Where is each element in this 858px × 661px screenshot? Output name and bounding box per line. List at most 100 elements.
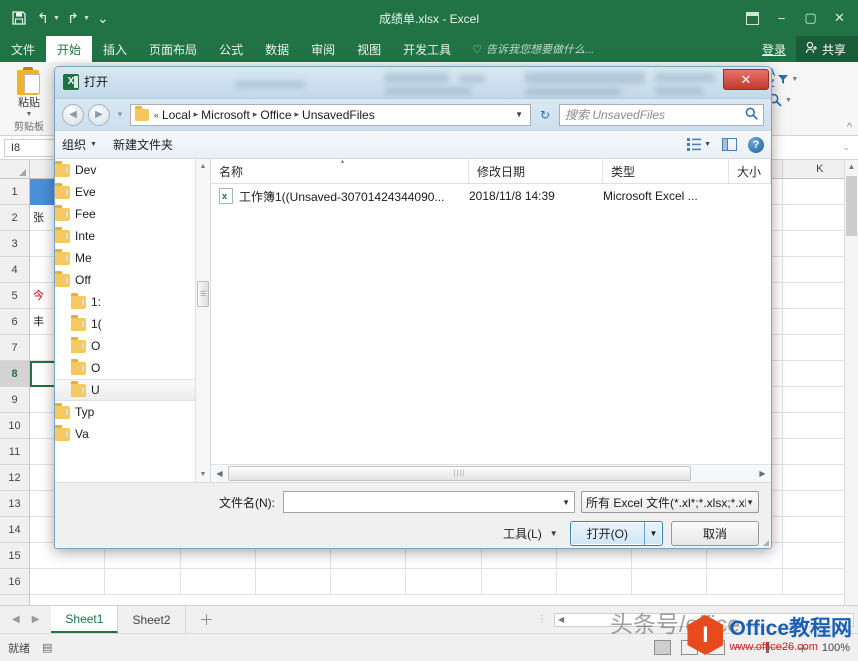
tab-page-layout[interactable]: 页面布局 [138, 36, 208, 62]
breadcrumb-separator-icon[interactable]: ▸ [194, 109, 199, 120]
paste-icon[interactable] [14, 67, 44, 97]
select-all-corner[interactable] [0, 160, 30, 178]
maximize-button[interactable]: ▢ [796, 3, 825, 33]
name-box[interactable]: I8 [4, 139, 58, 157]
tab-developer[interactable]: 开发工具 [392, 36, 462, 62]
sheet-tab-sheet1[interactable]: Sheet1 [51, 606, 118, 633]
sheet-tab-sheet2[interactable]: Sheet2 [118, 606, 185, 633]
scroll-left-icon[interactable]: ◀ [211, 469, 228, 478]
row-header[interactable]: 13 [0, 491, 29, 517]
close-button[interactable]: ✕ [825, 3, 854, 33]
cancel-button[interactable]: 取消 [671, 521, 759, 546]
column-header-size[interactable]: 大小 [729, 159, 771, 183]
next-sheet-icon[interactable]: ▶ [32, 614, 40, 625]
filename-dropdown-icon[interactable]: ▼ [562, 498, 570, 507]
tree-item[interactable]: 1( [55, 313, 211, 335]
ribbon-display-options-icon[interactable] [738, 3, 767, 33]
breadcrumb-separator-icon[interactable]: ▸ [295, 109, 300, 120]
horizontal-scroll-track[interactable]: |||| [228, 466, 754, 481]
open-button-label[interactable]: 打开(O) [571, 522, 644, 545]
tree-item[interactable]: 1: [55, 291, 211, 313]
open-button[interactable]: 打开(O) ▼ [570, 521, 663, 546]
tab-insert[interactable]: 插入 [92, 36, 138, 62]
breadcrumb-overflow[interactable]: « [154, 110, 159, 120]
tree-item[interactable]: Me [55, 247, 211, 269]
file-name-cell[interactable]: 工作簿1((Unsaved-30701424344090... [211, 188, 469, 205]
column-header-date-modified[interactable]: 修改日期 [469, 159, 603, 183]
row-header[interactable]: 2 [0, 205, 29, 231]
breadcrumb-dropdown-icon[interactable]: ▼ [515, 110, 526, 119]
tree-item-office[interactable]: Off [55, 269, 211, 291]
zoom-in-icon[interactable]: ＋ [797, 640, 808, 656]
row-header[interactable]: 9 [0, 387, 29, 413]
tools-button[interactable]: 工具(L) ▼ [503, 525, 562, 542]
share-button[interactable]: 共享 [796, 36, 858, 62]
zoom-track[interactable] [744, 647, 794, 648]
row-header[interactable]: 16 [0, 569, 29, 595]
row-header[interactable]: 7 [0, 335, 29, 361]
tab-data[interactable]: 数据 [254, 36, 300, 62]
previous-sheet-icon[interactable]: ◀ [12, 614, 20, 625]
breadcrumb-segment-office[interactable]: Office [260, 108, 291, 122]
new-folder-button[interactable]: 新建文件夹 [113, 136, 173, 153]
sort-filter-dropdown-icon[interactable]: ▼ [791, 76, 798, 83]
back-button[interactable]: ◀ [62, 104, 84, 126]
row-header[interactable]: 3 [0, 231, 29, 257]
cell-g16[interactable] [482, 569, 557, 595]
tab-view[interactable]: 视图 [346, 36, 392, 62]
breadcrumb-segment-unsavedfiles[interactable]: UnsavedFiles [302, 108, 375, 122]
view-dropdown-icon[interactable]: ▼ [704, 141, 711, 148]
sort-filter-button[interactable]: AZ ▼ [768, 68, 858, 90]
tell-me-search[interactable]: ♡ 告诉我您想要做什么... [462, 36, 594, 62]
scroll-down-icon[interactable]: ▼ [196, 467, 210, 482]
add-sheet-button[interactable]: ＋ [186, 606, 228, 633]
tree-item-unsavedfiles-selected[interactable]: U [55, 379, 211, 401]
forward-button[interactable]: ▶ [88, 104, 110, 126]
scroll-left-icon[interactable]: ◀ [555, 615, 567, 624]
file-list-item[interactable]: 工作簿1((Unsaved-30701424344090... 2018/11/… [211, 184, 771, 208]
cell-f16[interactable] [406, 569, 481, 595]
dialog-close-button[interactable]: ✕ [723, 69, 769, 90]
sheet-navigation-arrows[interactable]: ◀ ▶ [0, 606, 51, 633]
tree-item[interactable]: Typ [55, 401, 211, 423]
cell-j16[interactable] [707, 569, 782, 595]
page-layout-icon[interactable] [681, 640, 698, 655]
recent-locations-icon[interactable]: ▼ [114, 110, 126, 119]
tree-item[interactable]: Dev [55, 159, 211, 181]
column-header-name[interactable]: 名称 [211, 159, 469, 183]
row-header[interactable]: 1 [0, 179, 29, 205]
tree-item[interactable]: Eve [55, 181, 211, 203]
row-header[interactable]: 15 [0, 543, 29, 569]
row-header[interactable]: 14 [0, 517, 29, 543]
minimize-button[interactable]: − [767, 3, 796, 33]
zoom-slider[interactable]: − ＋ [735, 640, 808, 656]
page-break-preview-icon[interactable] [708, 640, 725, 655]
chevron-down-icon[interactable]: ▼ [550, 529, 558, 538]
undo-dropdown-icon[interactable]: ▼ [53, 15, 60, 22]
file-type-filter-select[interactable]: 所有 Excel 文件(*.xl*;*.xlsx;*.xl ▼ [581, 491, 759, 513]
tab-formulas[interactable]: 公式 [208, 36, 254, 62]
row-header[interactable]: 10 [0, 413, 29, 439]
collapse-ribbon-icon[interactable]: ^ [847, 121, 852, 133]
row-header-selected[interactable]: 8 [0, 361, 29, 387]
customize-quick-access-icon[interactable]: ⌄ [92, 7, 114, 29]
preview-pane-icon[interactable] [722, 138, 737, 151]
normal-view-icon[interactable] [654, 640, 671, 655]
tree-scroll-thumb[interactable]: ☰ [197, 281, 209, 307]
refresh-icon[interactable]: ↻ [535, 104, 555, 126]
tree-item[interactable]: Va [55, 423, 211, 445]
cell-a16[interactable] [30, 569, 105, 595]
sign-in-button[interactable]: 登录 [752, 41, 796, 58]
column-header-type[interactable]: 类型 [603, 159, 729, 183]
tree-item[interactable]: Inte [55, 225, 211, 247]
breadcrumb-segment-microsoft[interactable]: Microsoft [201, 108, 250, 122]
row-header[interactable]: 11 [0, 439, 29, 465]
expand-formula-bar-icon[interactable]: ⌄ [842, 142, 854, 153]
zoom-level-label[interactable]: 100% [818, 642, 850, 654]
breadcrumb-segment-local[interactable]: Local [162, 108, 191, 122]
change-view-button[interactable]: ▼ [687, 138, 711, 151]
find-select-button[interactable]: ▼ [768, 93, 858, 107]
tree-item[interactable]: O [55, 335, 211, 357]
breadcrumb-separator-icon[interactable]: ▸ [253, 109, 258, 120]
paste-dropdown-icon[interactable]: ▼ [26, 111, 33, 118]
